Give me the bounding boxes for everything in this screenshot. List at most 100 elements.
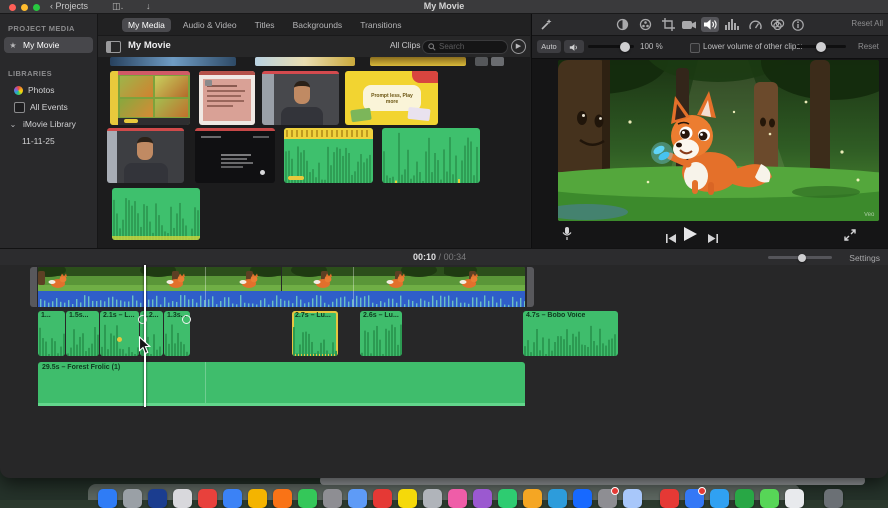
thumbnail-audio-waveform-2[interactable]	[112, 188, 200, 240]
volume-slider[interactable]	[588, 41, 634, 52]
dock-app-icon[interactable]	[298, 489, 317, 508]
thumbnail-sliver[interactable]	[255, 57, 355, 66]
dock-app-icon[interactable]	[223, 489, 242, 508]
dock-app-icon[interactable]	[573, 489, 592, 508]
thumbnail-audio-waveform[interactable]	[382, 128, 480, 183]
timeline-audio-clip[interactable]: 2.7s – Lu...	[292, 311, 338, 356]
sidebar-item-imovie-library[interactable]: ⌄ iMovie Library	[4, 116, 93, 132]
timeline-audio-clip[interactable]: 1...	[38, 311, 65, 356]
timeline-audio-clip[interactable]: 2.1s – L...	[100, 311, 139, 356]
tab-audio-video[interactable]: Audio & Video	[177, 18, 243, 32]
dock-app-icon[interactable]	[173, 489, 192, 508]
dock-app-icon[interactable]	[398, 489, 417, 508]
dock-app-icon[interactable]	[248, 489, 267, 508]
timeline-audio-clip[interactable]: 4.7s – Bobo Voice	[523, 311, 618, 356]
thumbnail-webcam-presenter-2[interactable]	[107, 128, 184, 183]
fullscreen-icon[interactable]	[844, 228, 856, 246]
dock-app-icon[interactable]	[660, 489, 679, 508]
thumbnail-sliver[interactable]	[110, 57, 236, 66]
beat-line	[205, 362, 206, 406]
sidebar-item-my-movie[interactable]: ★ My Movie	[4, 37, 93, 53]
dock-app-icon[interactable]	[448, 489, 467, 508]
sidebar-item-event-11-11-25[interactable]: 11-11-25	[18, 133, 93, 149]
noise-equalizer-icon[interactable]	[723, 17, 741, 32]
lower-volume-checkbox[interactable]	[690, 43, 700, 53]
sidebar-item-photos[interactable]: Photos	[10, 82, 93, 98]
dock-app-icon[interactable]	[785, 489, 804, 508]
thumbnail-sliver[interactable]	[475, 57, 488, 66]
dock-app-icon[interactable]	[498, 489, 517, 508]
clip-info-icon[interactable]	[789, 17, 807, 32]
clip-boundary	[353, 267, 354, 307]
dock-app-icon[interactable]	[824, 489, 843, 508]
dock-app-icon[interactable]	[598, 487, 619, 508]
crop-icon[interactable]	[659, 17, 677, 32]
thumbnail-sliver[interactable]	[370, 57, 466, 66]
disclosure-chevron-icon[interactable]: ⌄	[8, 120, 18, 129]
video-preview[interactable]: Veo	[558, 60, 879, 221]
timeline-settings-button[interactable]: Settings	[849, 253, 880, 263]
color-balance-icon[interactable]	[613, 17, 631, 32]
stabilization-icon[interactable]	[680, 17, 698, 32]
thumbnail-sliver[interactable]	[491, 57, 504, 66]
dock-app-icon[interactable]	[760, 489, 779, 508]
video-track-filmstrip[interactable]	[38, 267, 525, 291]
search-input[interactable]: Search	[422, 39, 508, 54]
reset-volume-button[interactable]: Reset	[858, 42, 879, 51]
dock-app-icon[interactable]	[273, 489, 292, 508]
tab-titles[interactable]: Titles	[249, 18, 281, 32]
dock-app-icon[interactable]	[548, 489, 567, 508]
project-star-icon: ★	[9, 40, 17, 50]
dock-app-icon[interactable]	[423, 489, 442, 508]
skip-forward-icon[interactable]	[708, 230, 718, 248]
auto-volume-button[interactable]: Auto	[537, 40, 561, 53]
dock-app-icon[interactable]	[323, 489, 342, 508]
inspector-toolbar: Reset All	[532, 14, 888, 35]
tab-transitions[interactable]: Transitions	[354, 18, 407, 32]
timeline-audio-clip[interactable]: 1.5s...	[66, 311, 99, 356]
dock-app-icon[interactable]	[473, 489, 492, 508]
dock-app-icon[interactable]	[710, 489, 729, 508]
thumbnail-terminal[interactable]	[195, 128, 275, 183]
thumbnail-webcam-presenter[interactable]	[262, 71, 339, 125]
play-icon[interactable]	[684, 227, 697, 246]
dock-app-icon[interactable]	[123, 489, 142, 508]
mute-button[interactable]	[564, 40, 584, 53]
microphone-icon[interactable]	[562, 227, 572, 246]
background-music-clip[interactable]: 29.5s – Forest Frolic (1)	[38, 362, 525, 406]
tab-backgrounds[interactable]: Backgrounds	[287, 18, 349, 32]
continuous-playback-icon[interactable]: ▶	[511, 39, 526, 54]
trim-handle-right[interactable]	[527, 267, 534, 307]
notification-badge	[698, 487, 706, 495]
enhance-wand-icon[interactable]	[540, 18, 553, 36]
dock-app-icon[interactable]	[685, 487, 706, 508]
trim-handle-left[interactable]	[30, 267, 37, 307]
clip-waveform	[292, 322, 338, 356]
sidebar-item-all-events[interactable]: All Events	[10, 99, 93, 115]
dock-app-icon[interactable]	[148, 489, 167, 508]
timeline-zoom-slider[interactable]	[768, 253, 832, 262]
thumbnail-yellow-promo[interactable]: Prompt less, Play more	[345, 71, 438, 125]
skip-back-icon[interactable]	[666, 230, 676, 248]
thumbnail-audio-highlighted[interactable]	[284, 128, 373, 183]
sidebar-toggle-icon[interactable]	[106, 41, 121, 53]
dock-app-icon[interactable]	[98, 489, 117, 508]
dock-app-icon[interactable]	[373, 489, 392, 508]
speed-icon[interactable]	[746, 17, 764, 32]
dock-app-icon[interactable]	[348, 489, 367, 508]
volume-value: 100 %	[640, 42, 663, 51]
timeline-audio-clip[interactable]: 2.6s – Lu...	[360, 311, 402, 356]
color-correction-icon[interactable]	[636, 17, 654, 32]
dock-app-icon[interactable]	[198, 489, 217, 508]
thumbnail-document[interactable]	[199, 71, 255, 125]
tab-my-media[interactable]: My Media	[122, 18, 171, 32]
dock-app-icon[interactable]	[735, 489, 754, 508]
ducking-slider[interactable]	[796, 41, 846, 52]
video-track-audio[interactable]	[38, 291, 525, 307]
dock-app-icon[interactable]	[523, 489, 542, 508]
reset-all-button[interactable]: Reset All	[851, 19, 883, 28]
volume-icon[interactable]	[701, 17, 719, 32]
dock-app-icon[interactable]	[623, 489, 642, 508]
thumbnail-fox-grid[interactable]	[110, 71, 190, 125]
clip-filter-icon[interactable]	[768, 17, 786, 32]
